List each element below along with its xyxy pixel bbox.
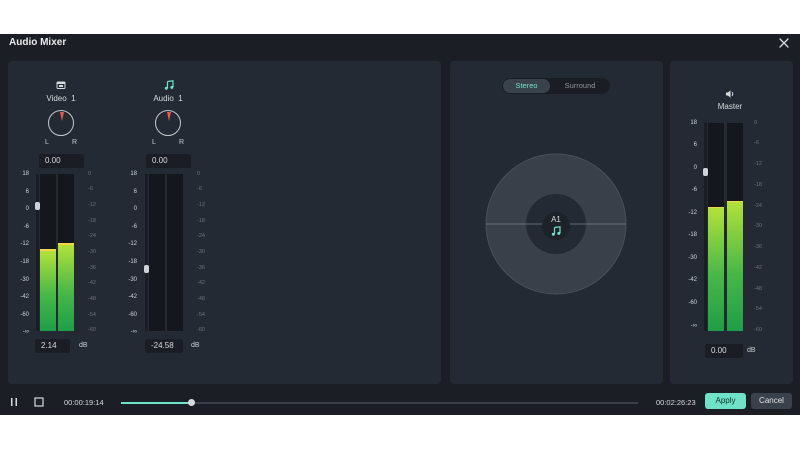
pan-label-right: R	[72, 139, 78, 146]
fader-track	[704, 123, 707, 331]
pan-value-field[interactable]: 0.00	[146, 154, 191, 168]
track-name: Audio 1	[153, 94, 183, 103]
title-bar: Audio Mixer	[0, 34, 800, 54]
tab-surround[interactable]: Surround	[552, 79, 608, 93]
apply-button[interactable]: Apply	[705, 393, 746, 409]
pan-label-left: L	[152, 139, 156, 146]
fader-track	[145, 174, 148, 331]
pan-value-field[interactable]: 0.00	[39, 154, 84, 168]
pan-source-a1[interactable]: A1	[542, 212, 570, 240]
gain-value-field[interactable]: 2.14	[35, 339, 70, 353]
db-unit-label: dB	[79, 342, 88, 349]
pan-knob[interactable]	[155, 110, 181, 136]
pan-label-right: R	[179, 139, 185, 146]
track-name: Video 1	[46, 94, 76, 103]
level-meter-right	[727, 123, 743, 331]
pan-indicator	[60, 112, 64, 121]
tab-stereo[interactable]: Stereo	[503, 79, 550, 93]
pan-mode-toggle: Stereo Surround	[502, 78, 610, 94]
audio-mixer-window: Audio Mixer Video 1 L R 0.00 18 6 0 -6 -…	[0, 34, 800, 415]
pan-label-left: L	[45, 139, 49, 146]
level-meter-right	[58, 174, 74, 331]
master-panel: Master 18 6 0 -6 -12 -18 -30 -42 -60 -∞ …	[670, 61, 793, 384]
cancel-button[interactable]: Cancel	[751, 393, 792, 409]
master-label: Master	[717, 102, 743, 111]
music-note-icon	[551, 226, 561, 236]
playhead-thumb[interactable]	[188, 399, 195, 406]
pan-indicator	[167, 112, 171, 121]
gain-value-field[interactable]: 0.00	[705, 344, 743, 358]
current-time: 00:00:19:14	[64, 398, 104, 407]
playback-progress[interactable]	[121, 399, 638, 406]
video-track-icon	[56, 81, 66, 89]
close-icon[interactable]	[777, 36, 791, 50]
level-meter-left	[149, 174, 165, 331]
music-note-icon	[164, 80, 174, 90]
level-meter-left	[40, 174, 56, 331]
transport-bar: 00:00:19:14 00:02:26:23 Apply Cancel	[0, 389, 800, 415]
progress-fill	[121, 402, 191, 404]
db-unit-label: dB	[191, 342, 200, 349]
pause-icon[interactable]	[9, 397, 19, 407]
db-unit-label: dB	[747, 347, 756, 354]
total-time: 00:02:26:23	[656, 398, 696, 407]
stop-icon[interactable]	[34, 397, 44, 407]
fader-track	[36, 174, 39, 331]
pan-knob[interactable]	[48, 110, 74, 136]
panner-panel: Stereo Surround A1	[450, 61, 663, 384]
source-label: A1	[551, 215, 561, 224]
window-title: Audio Mixer	[9, 37, 67, 48]
tracks-panel: Video 1 L R 0.00 18 6 0 -6 -12 -18 -30 -…	[8, 61, 441, 384]
speaker-icon	[726, 90, 734, 98]
level-meter-left	[708, 123, 724, 331]
level-meter-right	[167, 174, 183, 331]
gain-value-field[interactable]: -24.58	[145, 339, 183, 353]
